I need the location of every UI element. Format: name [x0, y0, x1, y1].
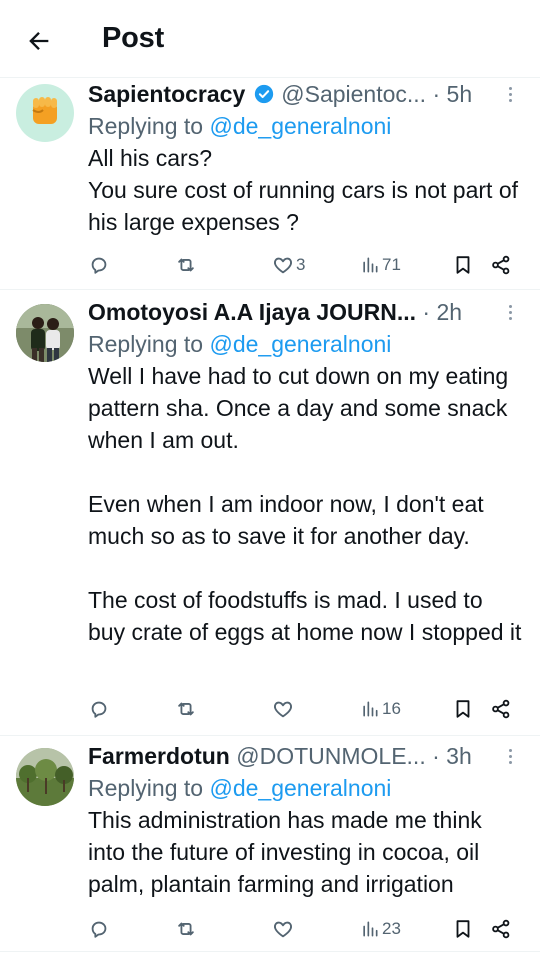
- repost-icon: [178, 922, 194, 936]
- author-name[interactable]: Sapientocracy: [88, 81, 245, 108]
- bookmark-icon: [456, 700, 470, 718]
- views-bar-chart-icon: [363, 921, 378, 937]
- reply-button[interactable]: [88, 914, 110, 944]
- replying-to: Replying to @de_generalnoni: [88, 331, 392, 357]
- like-button[interactable]: [272, 694, 294, 724]
- reply-mention-link[interactable]: @de_generalnoni: [209, 331, 391, 357]
- back-button[interactable]: [22, 24, 56, 58]
- repost-icon: [178, 702, 194, 716]
- repost-button[interactable]: [174, 250, 198, 280]
- heart-icon: [274, 257, 292, 274]
- views-button[interactable]: 23: [360, 914, 401, 944]
- author-handle[interactable]: @Sapientoc...: [281, 81, 426, 108]
- action-bar: 16: [88, 694, 518, 724]
- farm-photo-icon: [16, 748, 74, 806]
- repost-button[interactable]: [174, 694, 198, 724]
- share-icon: [492, 699, 510, 719]
- reply-mention-link[interactable]: @de_generalnoni: [209, 775, 391, 801]
- view-count: 16: [382, 699, 401, 718]
- reply-post[interactable]: Omotoyosi A.A Ijaya JOURN... · 2h Replyi…: [0, 290, 540, 736]
- heart-icon: [274, 921, 292, 938]
- repost-button[interactable]: [174, 914, 198, 944]
- arrow-left-icon: [29, 32, 49, 50]
- more-options-icon[interactable]: [502, 82, 518, 106]
- post-text: Well I have had to cut down on my eating…: [88, 363, 522, 645]
- views-bar-chart-icon: [363, 701, 378, 717]
- reply-icon: [91, 701, 107, 718]
- reply-button[interactable]: [88, 694, 110, 724]
- replying-to: Replying to @de_generalnoni: [88, 113, 392, 139]
- verified-badge-icon: [253, 83, 275, 105]
- top-bar: Post: [0, 0, 540, 78]
- post-text: This administration has made me think in…: [88, 807, 482, 897]
- bookmark-icon: [456, 920, 470, 938]
- views-button[interactable]: 16: [360, 694, 401, 724]
- avatar[interactable]: [16, 748, 74, 806]
- share-button[interactable]: [490, 914, 512, 944]
- page-title: Post: [102, 22, 165, 54]
- action-bar: 3 71: [88, 250, 518, 280]
- like-button[interactable]: [272, 914, 294, 944]
- reply-post[interactable]: Farmerdotun @DOTUNMOLE... · 3h Replying …: [0, 736, 540, 952]
- raised-fist-icon: [32, 97, 57, 124]
- share-button[interactable]: [490, 694, 512, 724]
- bookmark-button[interactable]: [452, 914, 474, 944]
- author-name[interactable]: Omotoyosi A.A Ijaya JOURN...: [88, 299, 416, 326]
- action-bar: 23: [88, 914, 518, 944]
- replying-to: Replying to @de_generalnoni: [88, 775, 392, 801]
- avatar[interactable]: [16, 84, 74, 142]
- bookmark-icon: [456, 256, 470, 274]
- post-time[interactable]: 5h: [447, 81, 473, 108]
- view-count: 23: [382, 919, 401, 938]
- profile-photo-icon: [16, 304, 74, 362]
- like-count: 3: [296, 255, 306, 274]
- author-handle[interactable]: @DOTUNMOLE...: [236, 743, 425, 770]
- author-name[interactable]: Farmerdotun: [88, 743, 230, 770]
- reply-icon: [91, 257, 107, 274]
- avatar[interactable]: [16, 304, 74, 362]
- post-text: All his cars? You sure cost of running c…: [88, 145, 519, 235]
- share-button[interactable]: [490, 250, 512, 280]
- views-button[interactable]: 71: [360, 250, 401, 280]
- bookmark-button[interactable]: [452, 694, 474, 724]
- post-time[interactable]: 2h: [436, 299, 462, 326]
- like-button[interactable]: 3: [272, 250, 305, 280]
- repost-icon: [178, 258, 194, 272]
- reply-post[interactable]: Sapientocracy @Sapientoc... · 5h Replyin…: [0, 78, 540, 290]
- share-icon: [492, 255, 510, 275]
- reply-button[interactable]: [88, 250, 110, 280]
- view-count: 71: [382, 255, 401, 274]
- heart-icon: [274, 701, 292, 718]
- more-options-icon[interactable]: [502, 300, 518, 324]
- reply-icon: [91, 921, 107, 938]
- post-time[interactable]: 3h: [446, 743, 472, 770]
- share-icon: [492, 919, 510, 939]
- views-bar-chart-icon: [363, 257, 378, 273]
- more-options-icon[interactable]: [502, 744, 518, 768]
- reply-mention-link[interactable]: @de_generalnoni: [209, 113, 391, 139]
- bookmark-button[interactable]: [452, 250, 474, 280]
